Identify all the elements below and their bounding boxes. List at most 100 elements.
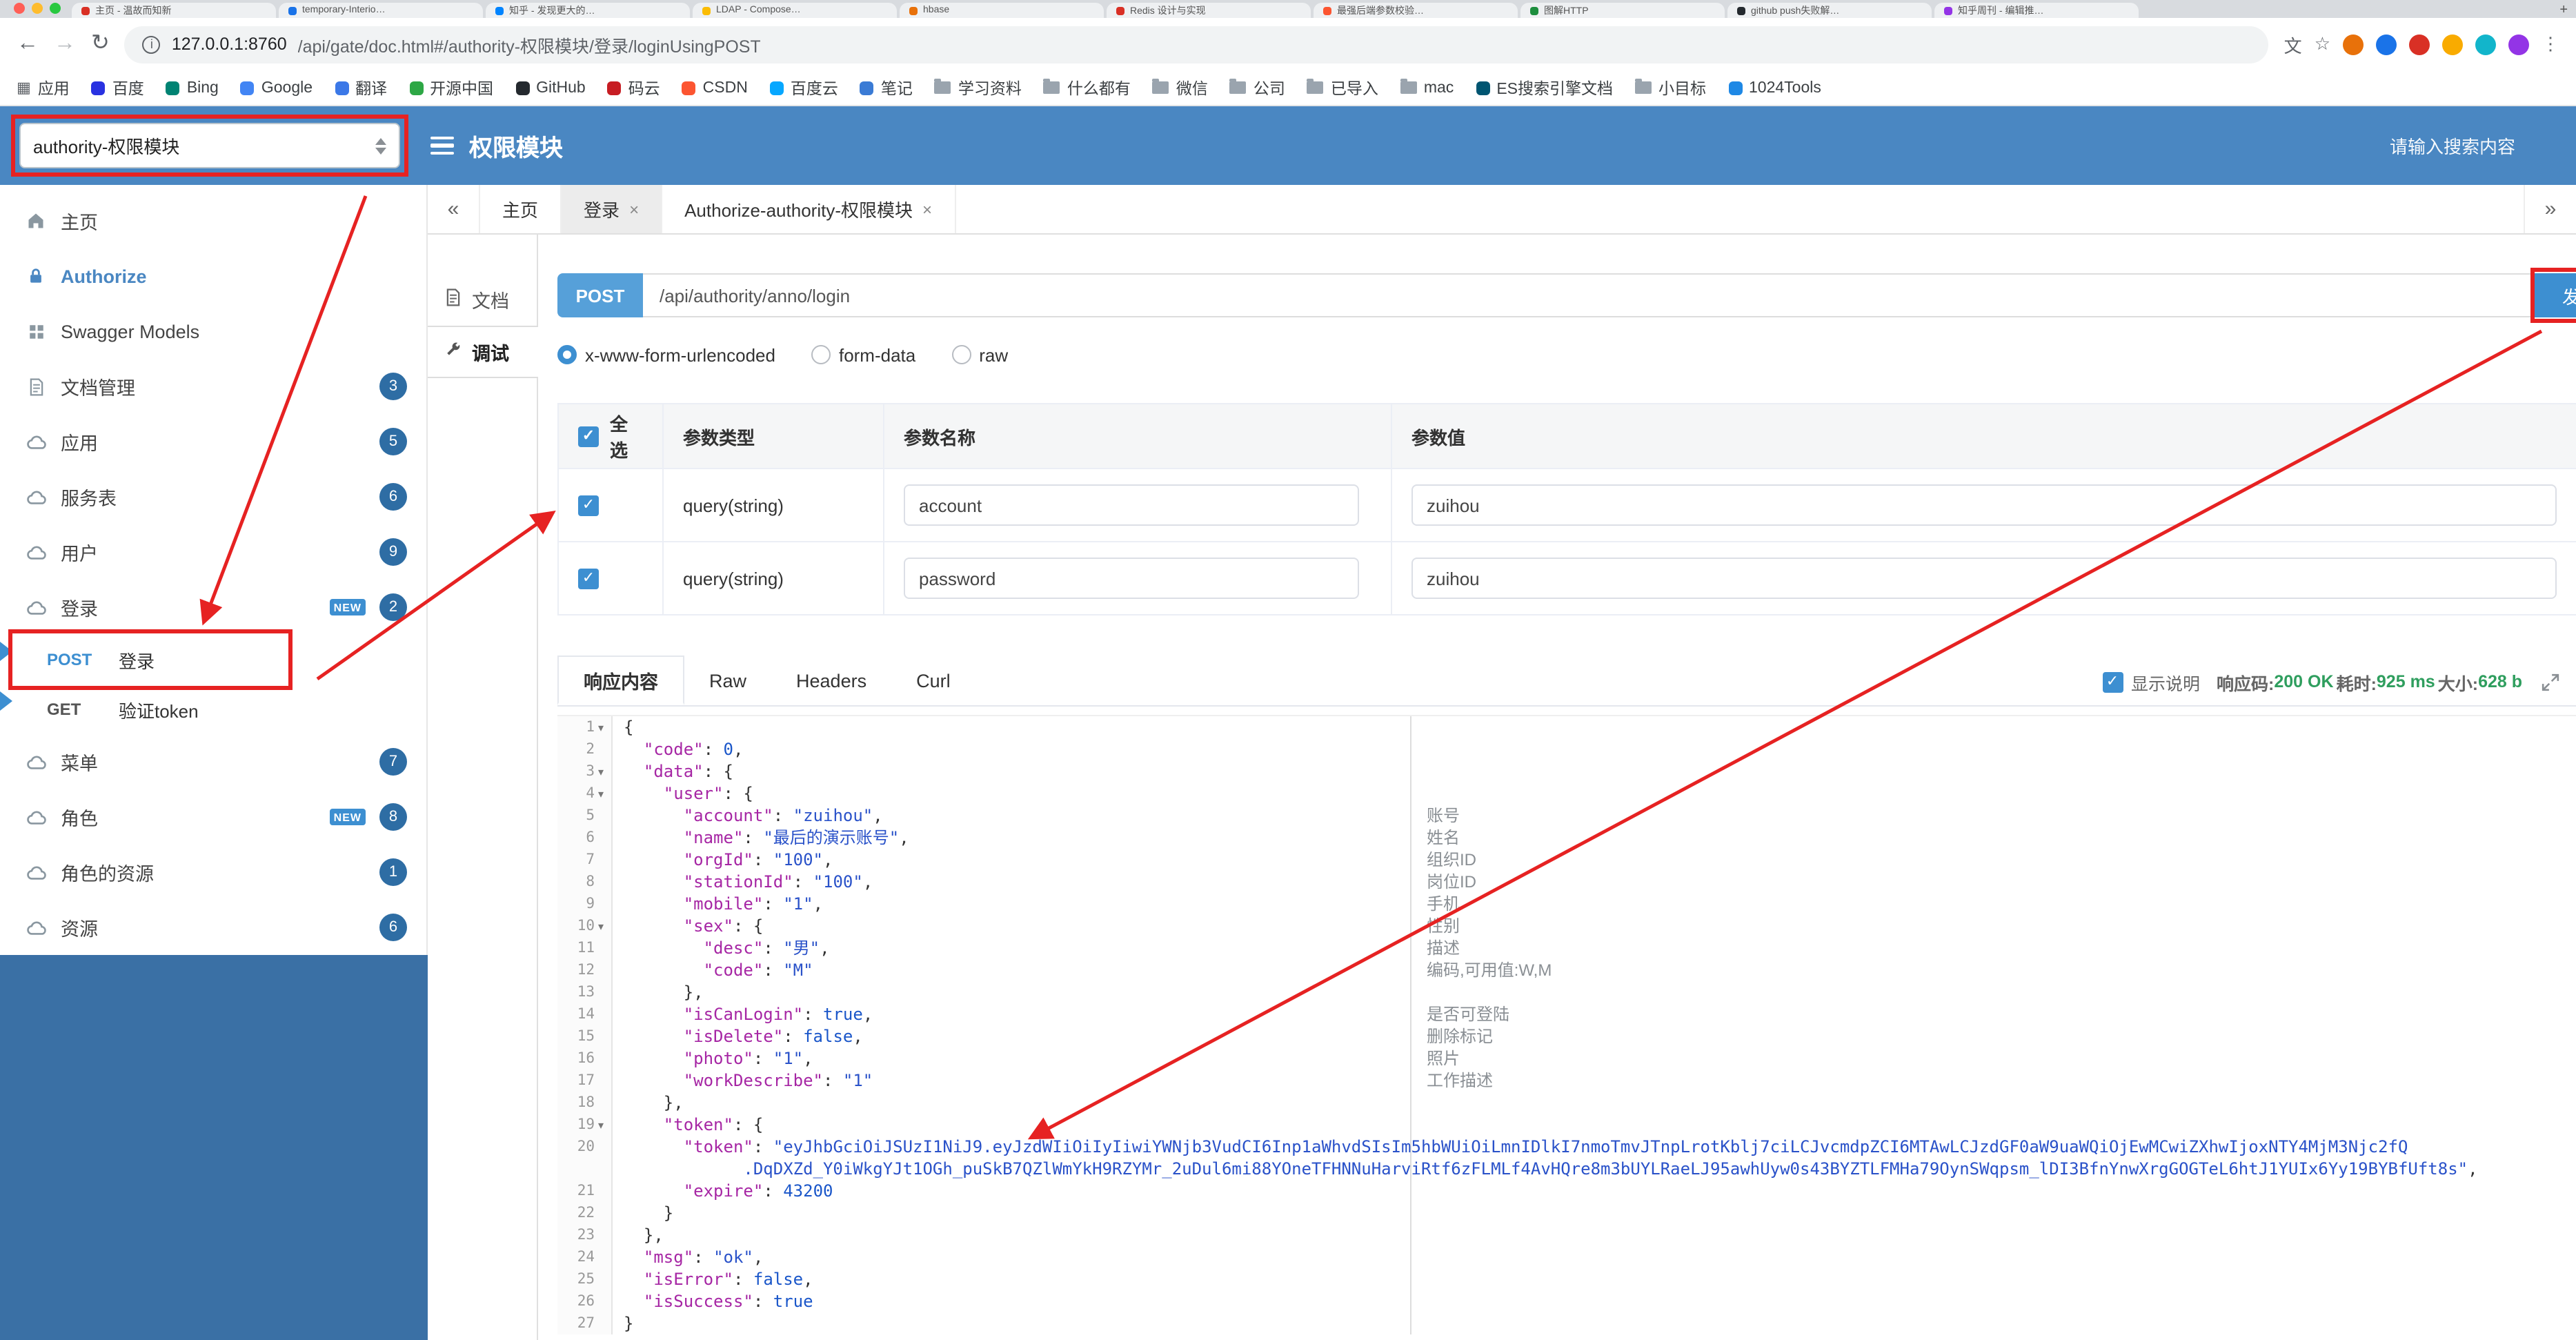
browser-tab[interactable]: 知乎 - 发现更大的… — [486, 3, 690, 18]
page-tab[interactable]: 登录 × — [562, 185, 663, 233]
collapse-left-icon[interactable]: « — [428, 185, 480, 233]
browser-tab[interactable]: 主页 - 温故而知新 — [72, 3, 276, 18]
extension-icon[interactable] — [2508, 34, 2529, 55]
menu-icon[interactable]: ⋮ — [2542, 33, 2559, 55]
bookmark-item[interactable]: ES搜索引擎文档 — [1476, 77, 1613, 99]
response-tab[interactable]: Curl — [891, 656, 975, 705]
reload-icon[interactable]: ↻ — [91, 32, 110, 55]
bookmark-item[interactable]: 开源中国 — [409, 77, 493, 99]
page-tab[interactable]: 主页 — [480, 185, 562, 233]
browser-tab[interactable]: hbase — [900, 3, 1104, 18]
sidebar-item[interactable]: 主页 — [0, 193, 426, 248]
browser-tab[interactable]: LDAP - Compose… — [693, 3, 897, 18]
param-value-input[interactable]: zuihou — [1411, 484, 2557, 526]
fold-toggle-icon[interactable]: ▾ — [595, 787, 607, 800]
star-icon[interactable]: ☆ — [2315, 33, 2330, 55]
param-name-input[interactable]: account — [904, 484, 1359, 526]
back-icon[interactable]: ← — [17, 32, 39, 55]
bookmark-item[interactable]: mac — [1400, 79, 1454, 96]
sidebar-endpoint-get[interactable]: GET 验证token — [0, 684, 426, 734]
sidebar-item[interactable]: 菜单 7 — [0, 734, 426, 789]
tab-调试[interactable]: 调试 — [428, 326, 538, 378]
bookmark-item[interactable]: Google — [240, 79, 313, 96]
bookmark-item[interactable]: CSDN — [682, 79, 748, 96]
sidebar-item[interactable]: 用户 9 — [0, 524, 426, 580]
sidebar-item[interactable]: 资源 6 — [0, 900, 426, 955]
row-checkbox[interactable]: ✓ — [578, 495, 599, 515]
extension-icon[interactable] — [2376, 34, 2397, 55]
bookmark-item[interactable]: 百度云 — [769, 77, 838, 99]
forward-icon[interactable]: → — [54, 32, 76, 55]
response-tab[interactable]: 响应内容 — [557, 656, 684, 705]
url-field[interactable]: i 127.0.0.1:8760 /api/gate/doc.html#/aut… — [124, 26, 2269, 63]
line-number: 20 — [577, 1139, 595, 1155]
extension-icon[interactable] — [2475, 34, 2496, 55]
bookmark-item[interactable]: 小目标 — [1635, 77, 1706, 99]
content-type-radio[interactable]: raw — [951, 344, 1008, 365]
site-info-icon[interactable]: i — [142, 35, 161, 53]
bookmark-item[interactable]: 学习资料 — [934, 77, 1022, 99]
extension-icon[interactable] — [2343, 34, 2364, 55]
extension-icon[interactable] — [2409, 34, 2430, 55]
new-tab-button[interactable]: + — [2551, 3, 2576, 18]
show-description-toggle[interactable]: ✓ 显示说明 — [2102, 669, 2200, 695]
close-tab-icon[interactable]: × — [922, 199, 932, 219]
bookmark-item[interactable]: Bing — [166, 79, 219, 96]
content-type-radio[interactable]: x-www-form-urlencoded — [557, 344, 775, 365]
sidebar-item[interactable]: 角色 NEW 8 — [0, 789, 426, 845]
send-button[interactable]: 发送 — [2532, 273, 2576, 317]
sidebar-endpoint-post[interactable]: POST 登录 — [0, 635, 426, 684]
browser-tab[interactable]: github push失败解… — [1727, 3, 1932, 18]
search-input[interactable]: 请输入搜索内容 — [2390, 132, 2515, 159]
sidebar-item[interactable]: 文档管理 3 — [0, 359, 426, 414]
fullscreen-icon[interactable] — [2542, 673, 2559, 691]
translate-icon[interactable]: 文 — [2284, 31, 2302, 57]
browser-tab[interactable]: temporary-Interio… — [279, 3, 483, 18]
sidebar-item[interactable]: 服务表 6 — [0, 469, 426, 524]
close-window-icon[interactable] — [14, 2, 25, 13]
sidebar-item[interactable]: Swagger Models — [0, 304, 426, 359]
bookmark-item[interactable]: 翻译 — [335, 77, 387, 99]
sidebar-item[interactable]: 登录 NEW 2 — [0, 580, 426, 635]
bookmark-item[interactable]: 什么都有 — [1043, 77, 1131, 99]
bookmark-item[interactable]: 百度 — [91, 77, 144, 99]
collapse-right-icon[interactable]: » — [2524, 185, 2576, 233]
bookmark-item[interactable]: 笔记 — [860, 77, 913, 99]
bookmark-item[interactable]: 1024Tools — [1728, 79, 1821, 96]
bookmark-item[interactable]: 码云 — [607, 77, 660, 99]
sidebar-item[interactable]: Authorize — [0, 248, 426, 304]
bookmark-item[interactable]: GitHub — [515, 79, 586, 96]
row-checkbox[interactable]: ✓ — [578, 568, 599, 589]
sidebar-item[interactable]: 角色的资源 1 — [0, 845, 426, 900]
param-value-input[interactable]: zuihou — [1411, 558, 2557, 599]
browser-tab[interactable]: 知乎周刊 - 编辑推… — [1934, 3, 2139, 18]
hamburger-icon[interactable] — [430, 136, 454, 155]
field-annotation: 照片 — [1427, 1049, 1460, 1068]
maximize-window-icon[interactable] — [50, 2, 61, 13]
fold-toggle-icon[interactable]: ▾ — [595, 1119, 607, 1131]
browser-tab[interactable]: Redis 设计与实现 — [1107, 3, 1311, 18]
bookmark-item[interactable]: ▦ 应用 — [17, 77, 70, 99]
bookmark-item[interactable]: 公司 — [1229, 77, 1285, 99]
module-select[interactable]: authority-权限模块 — [19, 123, 400, 168]
page-tab[interactable]: Authorize-authority-权限模块 × — [662, 185, 956, 233]
extension-icon[interactable] — [2442, 34, 2463, 55]
fold-toggle-icon[interactable]: ▾ — [595, 920, 607, 932]
code-text: "isError": false, — [624, 1270, 813, 1289]
minimize-window-icon[interactable] — [32, 2, 43, 13]
browser-tab[interactable]: 最强后端参数校验… — [1314, 3, 1518, 18]
param-name-input[interactable]: password — [904, 558, 1359, 599]
tab-文档[interactable]: 文档 — [428, 273, 537, 326]
close-tab-icon[interactable]: × — [629, 199, 639, 219]
content-type-radio[interactable]: form-data — [811, 344, 915, 365]
fold-toggle-icon[interactable]: ▾ — [595, 765, 607, 778]
checkbox-checked-icon[interactable]: ✓ — [2102, 671, 2123, 692]
response-tab[interactable]: Raw — [684, 656, 771, 705]
browser-tab[interactable]: 图解HTTP — [1520, 3, 1725, 18]
bookmark-item[interactable]: 已导入 — [1307, 77, 1378, 99]
bookmark-item[interactable]: 微信 — [1152, 77, 1208, 99]
fold-toggle-icon[interactable]: ▾ — [595, 721, 607, 733]
response-tab[interactable]: Headers — [771, 656, 891, 705]
select-all-checkbox[interactable]: ✓ — [578, 426, 599, 446]
sidebar-item[interactable]: 应用 5 — [0, 414, 426, 469]
